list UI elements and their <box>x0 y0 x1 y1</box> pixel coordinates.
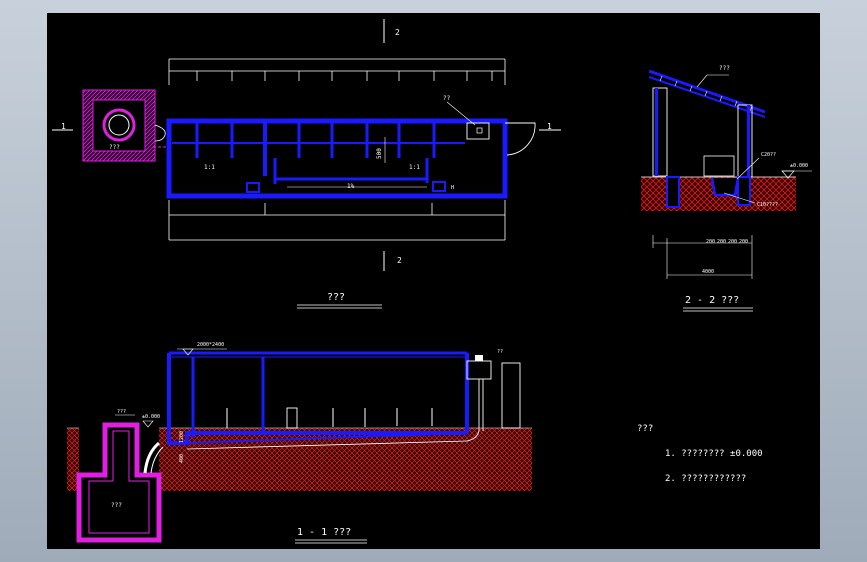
section-2-2-title: 2 - 2 ??? <box>685 295 739 306</box>
section22-elev: ±0.000 <box>790 163 808 169</box>
plan-tag-top-right: ?? <box>443 95 451 102</box>
section11-tag-right: ?? <box>497 349 503 355</box>
plan-basin-left: 1:1 <box>204 164 215 171</box>
section22-roof-label: ??? <box>719 65 730 72</box>
plan-dim-vertical: 500 <box>376 148 383 159</box>
section-1-1-view: ??? ??? ±0.000 ?? 2000*2400 1200 400 1 -… <box>67 342 532 544</box>
notes-line-1: 1. ???????? ±0.000 <box>665 449 763 459</box>
plan-view: 2 2 1 1 ??? 1% 1:1 1:1 500 H ?? ??? <box>52 19 561 309</box>
section-mark-2-top: 2 <box>395 28 400 37</box>
section11-chamber-tag: ??? <box>117 409 126 415</box>
section22-dim-total: 4000 <box>702 269 714 275</box>
section-mark-2-bottom: 2 <box>397 256 402 265</box>
notes-line-2: 2. ???????????? <box>665 474 746 484</box>
plan-title: ??? <box>327 292 345 303</box>
section11-dim-small: 400 <box>179 454 185 463</box>
section11-dim-left: 1200 <box>179 431 185 443</box>
section11-chamber-label: ??? <box>111 502 122 509</box>
section22-note-a: C20?? <box>761 152 776 158</box>
section22-dim-3: 200 <box>728 239 737 245</box>
plan-marker-right: H <box>451 185 454 191</box>
section-mark-1-left: 1 <box>61 122 66 131</box>
plan-slope-note: 1% <box>347 183 355 190</box>
drawing-sheet: 2 2 1 1 ??? 1% 1:1 1:1 500 H ?? ??? ??? … <box>47 13 820 549</box>
section22-dim-1: 200 <box>706 239 715 245</box>
notes-block: ??? 1. ???????? ±0.000 2. ???????????? <box>637 424 763 484</box>
section-mark-1-right: 1 <box>547 122 552 131</box>
section-1-1-title: 1 - 1 ??? <box>297 527 351 538</box>
section-2-2-view: ??? C20?? ±0.000 C10???? 200 200 200 200… <box>641 65 812 312</box>
section11-level-top: 2000*2400 <box>197 342 224 348</box>
section22-dim-2: 200 <box>717 239 726 245</box>
chamber-label: ??? <box>109 144 120 151</box>
section22-dim-4: 200 <box>739 239 748 245</box>
notes-heading: ??? <box>637 424 653 434</box>
section22-note-b: C10???? <box>757 202 778 208</box>
section11-elev: ±0.000 <box>142 414 160 420</box>
plan-basin-right: 1:1 <box>409 164 420 171</box>
cad-drawing: 2 2 1 1 ??? 1% 1:1 1:1 500 H ?? ??? ??? … <box>52 19 812 544</box>
